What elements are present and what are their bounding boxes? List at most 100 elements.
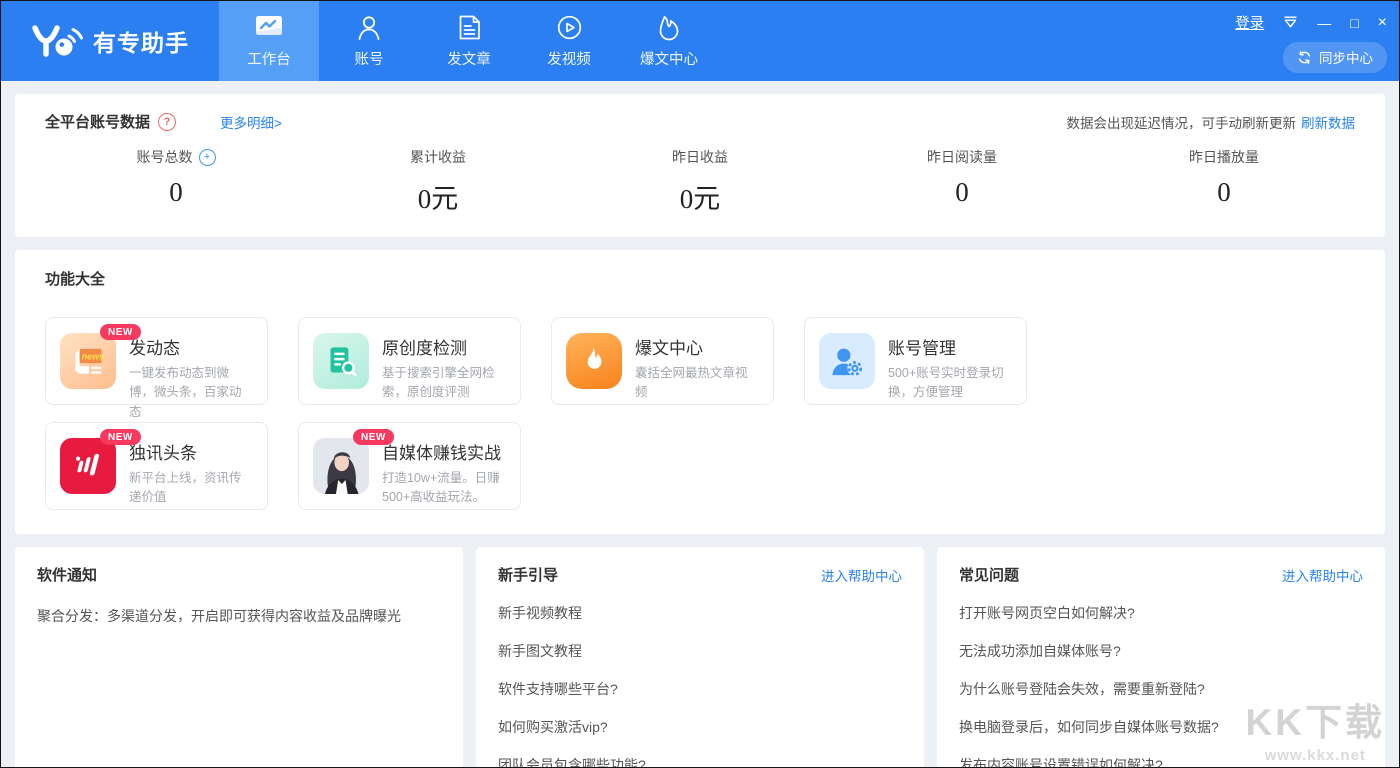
stat-yesterday-revenue-label: 昨日收益 bbox=[672, 147, 728, 167]
sync-center-label: 同步中心 bbox=[1319, 47, 1373, 67]
card-duxun-toutiao[interactable]: NEW 独讯头条 新平台上线，资讯传递价值 bbox=[45, 422, 268, 510]
guide-help-center-link[interactable]: 进入帮助中心 bbox=[821, 565, 902, 585]
stat-yesterday-reads-value: 0 bbox=[831, 177, 1093, 208]
faq-item[interactable]: 换电脑登录后，如何同步自媒体账号数据? bbox=[959, 717, 1363, 737]
refresh-data-link[interactable]: 刷新数据 bbox=[1301, 112, 1355, 132]
add-account-icon[interactable]: + bbox=[199, 149, 216, 166]
card-post-moments[interactable]: NEW news 发动态 一键发布动态到微博，微头条，百 bbox=[45, 317, 268, 405]
flame-icon bbox=[566, 333, 622, 389]
card-desc: 囊括全网最热文章视频 bbox=[635, 364, 759, 403]
help-icon[interactable]: ? bbox=[158, 113, 176, 131]
guide-panel-title: 新手引导 bbox=[498, 564, 558, 585]
guide-item[interactable]: 如何购买激活vip? bbox=[498, 717, 902, 737]
tab-workbench[interactable]: 工作台 bbox=[219, 1, 319, 81]
refresh-note: 数据会出现延迟情况，可手动刷新更新 bbox=[1067, 112, 1297, 132]
card-desc: 500+账号实时登录切换，方便管理 bbox=[888, 364, 1012, 403]
hot-article-icon bbox=[656, 13, 682, 41]
stat-yesterday-reads: 昨日阅读量 0 bbox=[831, 147, 1093, 216]
navbar: 有专助手 工作台 bbox=[1, 1, 1399, 81]
card-title: 账号管理 bbox=[888, 334, 1012, 359]
svg-text:news: news bbox=[82, 351, 104, 361]
faq-item[interactable]: 打开账号网页空白如何解决? bbox=[959, 603, 1363, 623]
publish-article-icon bbox=[457, 13, 482, 41]
guide-item[interactable]: 新手图文教程 bbox=[498, 641, 902, 661]
card-title: 原创度检测 bbox=[382, 334, 506, 359]
stats-panel: 全平台账号数据 ? 更多明细> 数据会出现延迟情况，可手动刷新更新 刷新数据 账… bbox=[15, 94, 1385, 237]
main-nav: 工作台 账号 发文章 bbox=[219, 1, 719, 81]
tab-publish-video[interactable]: 发视频 bbox=[519, 1, 619, 81]
tab-publish-article[interactable]: 发文章 bbox=[419, 1, 519, 81]
notice-panel-title: 软件通知 bbox=[37, 564, 97, 585]
tab-account-label: 账号 bbox=[355, 48, 384, 69]
dropdown-triangle-icon[interactable] bbox=[1283, 16, 1298, 29]
logo-icon bbox=[27, 21, 83, 61]
guide-item[interactable]: 新手视频教程 bbox=[498, 603, 902, 623]
faq-panel: 常见问题 进入帮助中心 打开账号网页空白如何解决? 无法成功添加自媒体账号? 为… bbox=[937, 547, 1385, 768]
stat-yesterday-plays-label: 昨日播放量 bbox=[1189, 147, 1259, 167]
new-badge: NEW bbox=[100, 429, 141, 445]
card-media-money-course[interactable]: NEW 自媒体赚钱实战 打造10w+流量。日赚500+ bbox=[298, 422, 521, 510]
account-icon bbox=[356, 13, 382, 41]
app-window: 有专助手 工作台 bbox=[0, 0, 1400, 768]
main-content: 全平台账号数据 ? 更多明细> 数据会出现延迟情况，可手动刷新更新 刷新数据 账… bbox=[1, 81, 1399, 768]
more-details-link[interactable]: 更多明细> bbox=[220, 112, 282, 132]
faq-panel-title: 常见问题 bbox=[959, 564, 1019, 585]
stat-total-accounts: 账号总数 + 0 bbox=[45, 147, 307, 216]
tab-publish-article-label: 发文章 bbox=[447, 48, 491, 69]
card-hot-article-center[interactable]: 爆文中心 囊括全网最热文章视频 bbox=[551, 317, 774, 405]
stat-total-revenue-value: 0元 bbox=[307, 177, 569, 216]
bottom-row: 软件通知 聚合分发：多渠道分发，开启即可获得内容收益及品牌曝光 新手引导 进入帮… bbox=[15, 547, 1385, 768]
guide-item[interactable]: 团队会员包含哪些功能? bbox=[498, 755, 902, 768]
workbench-icon bbox=[254, 13, 284, 41]
stat-yesterday-plays: 昨日播放量 0 bbox=[1093, 147, 1355, 216]
new-badge: NEW bbox=[353, 429, 394, 445]
faq-item[interactable]: 发布内容账号设置错误如何解决? bbox=[959, 755, 1363, 768]
course-avatar bbox=[313, 438, 369, 494]
stat-total-revenue-label: 累计收益 bbox=[410, 147, 466, 167]
stats-row: 账号总数 + 0 累计收益 0元 昨日收益 0元 昨日阅读量 0 bbox=[45, 147, 1355, 216]
sync-icon bbox=[1297, 50, 1312, 65]
card-desc: 新平台上线，资讯传递价值 bbox=[129, 469, 253, 508]
sync-center-button[interactable]: 同步中心 bbox=[1283, 42, 1387, 73]
minimize-button[interactable]: — bbox=[1317, 16, 1331, 30]
account-manage-icon bbox=[819, 333, 875, 389]
card-title: 发动态 bbox=[129, 334, 253, 359]
stat-yesterday-plays-value: 0 bbox=[1093, 177, 1355, 208]
news-icon: news bbox=[60, 333, 116, 389]
tab-workbench-label: 工作台 bbox=[247, 48, 291, 69]
faq-item[interactable]: 无法成功添加自媒体账号? bbox=[959, 641, 1363, 661]
faq-help-center-link[interactable]: 进入帮助中心 bbox=[1282, 565, 1363, 585]
new-badge: NEW bbox=[100, 324, 141, 340]
stat-total-accounts-label: 账号总数 bbox=[137, 147, 193, 167]
card-desc: 打造10w+流量。日赚500+高收益玩法。 bbox=[382, 469, 506, 508]
tab-publish-video-label: 发视频 bbox=[547, 48, 591, 69]
tab-account[interactable]: 账号 bbox=[319, 1, 419, 81]
window-controls: 登录 — □ × bbox=[1235, 12, 1387, 33]
guide-item[interactable]: 软件支持哪些平台? bbox=[498, 679, 902, 699]
login-link[interactable]: 登录 bbox=[1235, 12, 1264, 33]
features-title: 功能大全 bbox=[45, 268, 1355, 289]
stat-total-accounts-value: 0 bbox=[45, 177, 307, 208]
card-account-manage[interactable]: 账号管理 500+账号实时登录切换，方便管理 bbox=[804, 317, 1027, 405]
card-title: 爆文中心 bbox=[635, 334, 759, 359]
features-panel: 功能大全 NEW news bbox=[15, 250, 1385, 534]
stat-yesterday-revenue-value: 0元 bbox=[569, 177, 831, 216]
card-originality-check[interactable]: 原创度检测 基于搜索引擎全网检索，原创度评测 bbox=[298, 317, 521, 405]
originality-check-icon bbox=[313, 333, 369, 389]
stat-yesterday-reads-label: 昨日阅读量 bbox=[927, 147, 997, 167]
navbar-right: 登录 — □ × bbox=[1235, 12, 1387, 73]
notice-text: 聚合分发：多渠道分发，开启即可获得内容收益及品牌曝光 bbox=[37, 606, 441, 626]
tab-hot-article[interactable]: 爆文中心 bbox=[619, 1, 719, 81]
close-button[interactable]: × bbox=[1378, 15, 1387, 31]
app-logo: 有专助手 bbox=[1, 1, 219, 81]
guide-panel: 新手引导 进入帮助中心 新手视频教程 新手图文教程 软件支持哪些平台? 如何购买… bbox=[476, 547, 924, 768]
app-title: 有专助手 bbox=[93, 24, 189, 58]
card-title: 独讯头条 bbox=[129, 439, 253, 464]
publish-video-icon bbox=[556, 13, 583, 41]
notice-panel: 软件通知 聚合分发：多渠道分发，开启即可获得内容收益及品牌曝光 bbox=[15, 547, 463, 768]
card-desc: 基于搜索引擎全网检索，原创度评测 bbox=[382, 364, 506, 403]
stat-total-revenue: 累计收益 0元 bbox=[307, 147, 569, 216]
maximize-button[interactable]: □ bbox=[1350, 16, 1358, 30]
duxun-logo-icon bbox=[60, 438, 116, 494]
faq-item[interactable]: 为什么账号登陆会失效，需要重新登陆? bbox=[959, 679, 1363, 699]
